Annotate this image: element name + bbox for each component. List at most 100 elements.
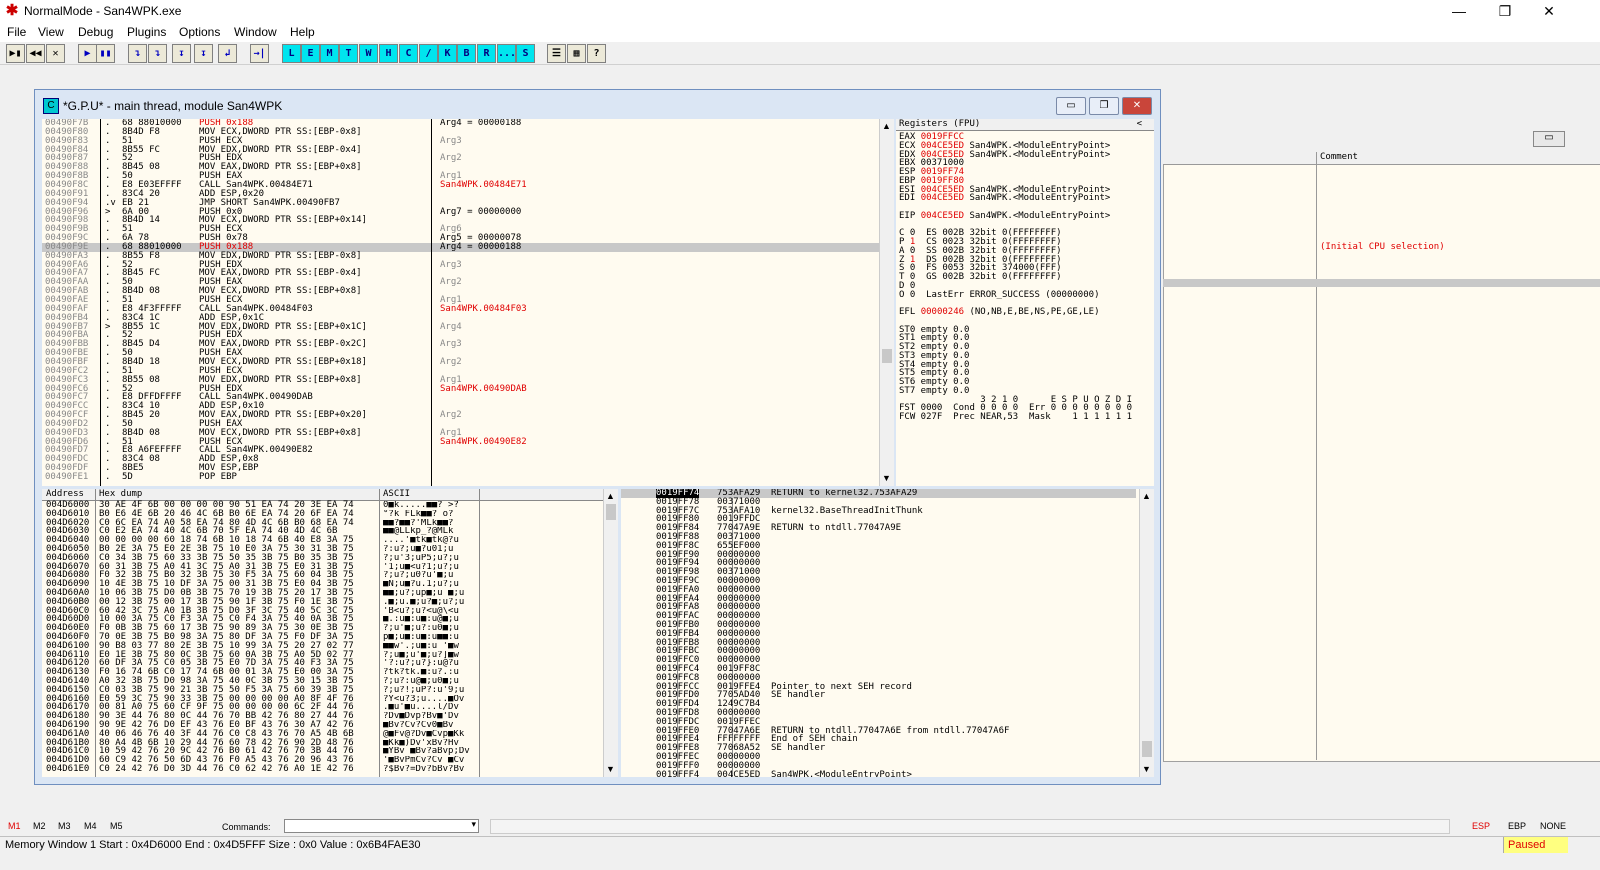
menu-window[interactable]: Window <box>234 25 277 39</box>
disasm-row[interactable]: 00490FE1. 5D POP EBP <box>42 473 879 482</box>
disasm-row[interactable]: 00490F91. 83C4 20 ADD ESP,0x20 <box>42 189 879 199</box>
memory-tab-m5[interactable]: M5 <box>110 821 123 831</box>
windows-button[interactable]: W <box>359 44 378 63</box>
disasm-row[interactable]: 00490F9E. 68 88010000 PUSH 0x188 Arg4 = 000… <box>42 242 879 252</box>
memory-map-button[interactable]: M <box>320 44 339 63</box>
disasm-row[interactable]: 00490FD7. E8 A6FEFFFF CALL San4WPK.00490E8… <box>42 446 879 455</box>
reg-tab-none[interactable]: NONE <box>1540 821 1566 831</box>
status-text: Memory Window 1 Start : 0x4D6000 End : 0… <box>5 839 421 851</box>
register-comment: (NO,NB,E,BE,NS,PE,GE,LE) <box>964 307 1100 317</box>
registers-pane[interactable]: Registers (FPU) < EAX 0019FFCC ECX 004CE5E… <box>896 119 1154 486</box>
patches-button[interactable]: / <box>419 44 438 63</box>
command-input[interactable]: ▾ <box>284 819 479 833</box>
dump-row[interactable]: 004D61E0 C0 24 42 76 D0 3D 44 76 C0 62 42… <box>46 765 601 774</box>
background-window-minimize-button[interactable]: ▭ <box>1533 131 1565 147</box>
cpu-button[interactable]: C <box>399 44 418 63</box>
maximize-button[interactable]: ❐ <box>1482 0 1528 22</box>
stack-pane[interactable]: 0019FF74 753AFA29 RETURN to kernel32.753AF… <box>621 489 1154 777</box>
stack-scroll-thumb[interactable] <box>1142 741 1152 757</box>
references-button[interactable]: R <box>477 44 496 63</box>
disasm-row[interactable]: 00490FA6. 52 PUSH EDX Arg3 <box>42 260 879 270</box>
minimize-button[interactable]: — <box>1436 0 1482 22</box>
disasm-comment: Arg2 <box>440 356 462 367</box>
dump-scrollbar[interactable]: ▲ ▼ <box>603 489 618 777</box>
grid-icon[interactable]: ▦ <box>567 44 586 63</box>
reg-tab-ebp[interactable]: EBP <box>1508 821 1526 831</box>
step-into-icon[interactable]: ↴ <box>128 44 147 63</box>
disasm-row[interactable]: 00490FDF. 8BE5 MOV ESP,EBP <box>42 464 879 473</box>
disasm-scroll-thumb[interactable] <box>882 349 892 363</box>
menu-plugins[interactable]: Plugins <box>127 25 166 39</box>
disasm-row[interactable]: 00490FB7 >8B55 1C MOV EDX,DWORD PTR SS:[EB… <box>42 322 879 332</box>
call-stack-button[interactable]: K <box>438 44 457 63</box>
goto-icon[interactable]: →| <box>250 44 269 63</box>
stack-address: 0019FFF4 <box>656 769 700 777</box>
cpu-minimize-button[interactable]: ▭ <box>1056 97 1086 115</box>
disasm-row[interactable]: 00490F8C. E8 E03EFFFF CALL San4WPK.00484E7… <box>42 181 879 190</box>
scroll-down-icon[interactable]: ▼ <box>882 473 891 483</box>
threads-button[interactable]: T <box>339 44 358 63</box>
restart-icon[interactable]: ◀◀ <box>26 44 45 63</box>
executable-modules-button[interactable]: E <box>301 44 320 63</box>
memory-tab-m2[interactable]: M2 <box>33 821 46 831</box>
cpu-close-button[interactable]: ✕ <box>1122 97 1152 115</box>
menu-file[interactable]: File <box>7 25 26 39</box>
memory-tab-m1[interactable]: M1 <box>8 821 21 831</box>
breakpoints-button[interactable]: B <box>457 44 476 63</box>
memory-tab-m3[interactable]: M3 <box>58 821 71 831</box>
handles-button[interactable]: H <box>379 44 398 63</box>
disasm-scrollbar[interactable]: ▲ ▼ <box>879 119 894 486</box>
cpu-restore-button[interactable]: ❐ <box>1089 97 1119 115</box>
log-button[interactable]: L <box>282 44 301 63</box>
reg-tab-esp[interactable]: ESP <box>1472 821 1490 831</box>
disasm-row[interactable]: 00490FBF. 8B4D 18 MOV ECX,DWORD PTR SS:[EB… <box>42 358 879 367</box>
scroll-up-icon[interactable]: ▲ <box>882 121 891 131</box>
disasm-row[interactable]: 00490FCF. 8B45 20 MOV EAX,DWORD PTR SS:[EB… <box>42 411 879 420</box>
dump-scroll-thumb[interactable] <box>606 504 616 520</box>
disasm-row[interactable]: 00490F7B. 68 88010000 PUSH 0x188 Arg4 = 000… <box>42 119 879 128</box>
register-row[interactable]: T 0 GS 002B 32bit 0(FFFFFFFF) <box>899 273 1154 282</box>
memory-dump-pane[interactable]: Address Hex dump ASCII 004D6000 30 AE 4F … <box>42 489 618 777</box>
source-button[interactable]: S <box>516 44 535 63</box>
list-icon[interactable]: ☰ <box>547 44 566 63</box>
stack-scrollbar[interactable]: ▲ ▼ <box>1139 489 1154 777</box>
disasm-row[interactable]: 00490FAF. E8 4F3FFFFF CALL San4WPK.00484F0… <box>42 304 879 314</box>
menu-debug[interactable]: Debug <box>78 25 113 39</box>
chevron-down-icon[interactable]: ▾ <box>471 819 476 830</box>
trace-over-icon[interactable]: ↧ <box>194 44 213 63</box>
disasm-row[interactable]: 00490FC7. E8 DFFDFFFF CALL San4WPK.00490DA… <box>42 393 879 402</box>
run-icon[interactable]: ▶ <box>78 44 97 63</box>
disasm-row[interactable]: 00490F96 >6A 00 PUSH 0x0 Arg7 = 00000000 <box>42 207 879 217</box>
open-icon[interactable]: ▶▮ <box>6 44 25 63</box>
menu-options[interactable]: Options <box>179 25 220 39</box>
help-icon[interactable]: ? <box>587 44 606 63</box>
trace-into-icon[interactable]: ↧ <box>172 44 191 63</box>
disassembly-pane[interactable]: 00490F7B. 68 88010000 PUSH 0x188 Arg4 = 000… <box>42 119 894 486</box>
scroll-up-icon[interactable]: ▲ <box>606 491 615 501</box>
scroll-down-icon[interactable]: ▼ <box>606 764 615 774</box>
disasm-row[interactable]: 00490FBB. 8B45 D4 MOV EAX,DWORD PTR SS:[EB… <box>42 340 879 349</box>
collapse-icon[interactable]: < <box>1137 119 1142 130</box>
close-button[interactable]: ✕ <box>1526 0 1572 22</box>
stack-row[interactable]: 0019FFF4 004CE5ED San4WPK.<ModuleEntryPoin… <box>621 769 1136 777</box>
disasm-row[interactable]: 00490F83. 51 PUSH ECX Arg3 <box>42 136 879 146</box>
register-row[interactable]: FCW 027F Prec NEAR,53 Mask 1 1 1 1 1 1 <box>899 413 1154 422</box>
pause-icon[interactable]: ▮▮ <box>96 44 115 63</box>
register-row[interactable]: EDI 004CE5ED San4WPK.<ModuleEntryPoint> <box>899 194 1154 203</box>
menu-help[interactable]: Help <box>290 25 315 39</box>
dump-ascii: ....'■tk■tk@?u <box>383 536 459 546</box>
scroll-down-icon[interactable]: ▼ <box>1142 764 1151 774</box>
register-row[interactable]: EFL 00000246 (NO,NB,E,BE,NS,PE,GE,LE) <box>899 308 1154 317</box>
run-trace-button[interactable]: ... <box>497 44 516 63</box>
memory-tab-m4[interactable]: M4 <box>84 821 97 831</box>
execute-till-return-icon[interactable]: ↲ <box>218 44 237 63</box>
disasm-row[interactable]: 00490FAA. 50 PUSH EAX Arg2 <box>42 278 879 287</box>
menu-view[interactable]: View <box>38 25 64 39</box>
disasm-row[interactable]: 00490FDC. 83C4 08 ADD ESP,0x8 <box>42 455 879 464</box>
close-program-icon[interactable]: ✕ <box>46 44 65 63</box>
register-row[interactable]: O 0 LastErr ERROR_SUCCESS (00000000) <box>899 290 1154 300</box>
step-over-icon[interactable]: ↴ <box>148 44 167 63</box>
register-row[interactable]: EIP 004CE5ED San4WPK.<ModuleEntryPoint> <box>899 211 1154 221</box>
scroll-up-icon[interactable]: ▲ <box>1142 491 1151 501</box>
disasm-row[interactable]: 00490F87. 52 PUSH EDX Arg2 <box>42 154 879 163</box>
